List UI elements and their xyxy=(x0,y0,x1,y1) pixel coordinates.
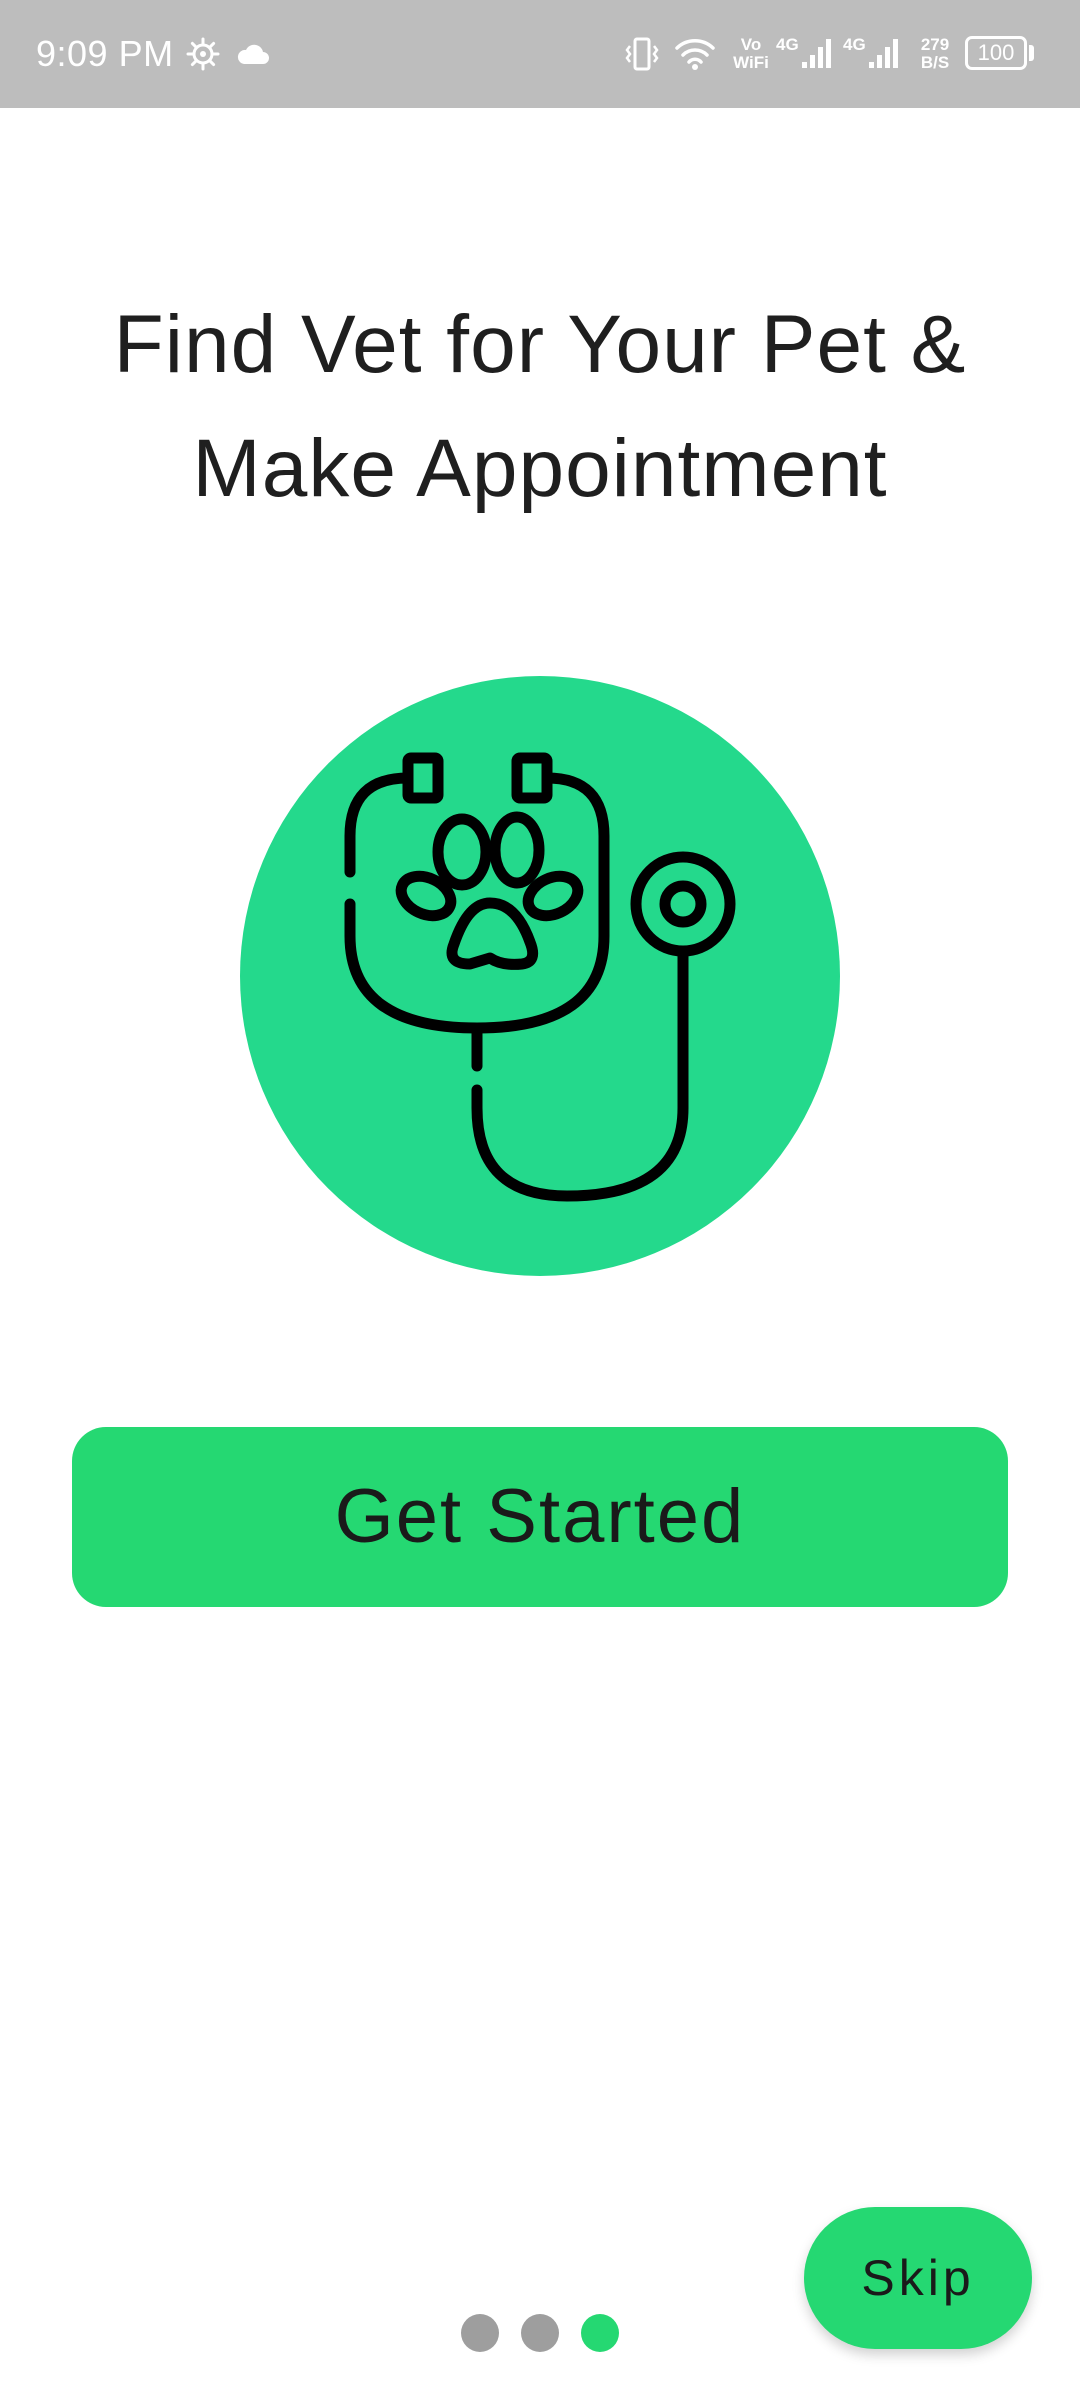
onboarding-screen: 9:09 PM Vo WiFi 4G 4G 279 B/S 100 Find V… xyxy=(0,0,1080,2400)
network-speed-value: 279 xyxy=(920,35,950,54)
battery-level: 100 xyxy=(977,40,1015,65)
skip-button[interactable]: Skip xyxy=(804,2207,1032,2349)
cloud-icon xyxy=(237,44,269,64)
network-speed: 279 B/S xyxy=(912,36,958,72)
stethoscope-paw-icon xyxy=(344,752,736,1202)
vowifi-label: Vo WiFi xyxy=(728,36,774,72)
battery-tip xyxy=(1029,45,1034,61)
signal-icon xyxy=(869,39,898,68)
page-dot-1[interactable] xyxy=(461,2314,499,2352)
wifi-icon xyxy=(675,39,715,70)
title-line-1: Find Vet for Your Pet & xyxy=(113,299,967,390)
onboarding-title: Find Vet for Your Pet & Make Appointment xyxy=(40,283,1040,531)
page-dot-2[interactable] xyxy=(521,2314,559,2352)
title-line-2: Make Appointment xyxy=(192,423,888,514)
gear-icon xyxy=(186,37,220,71)
sim2-network-label: 4G xyxy=(843,35,866,54)
illustration-circle xyxy=(240,676,840,1276)
sim1-network-label: 4G xyxy=(776,35,799,54)
status-time: 9:09 PM xyxy=(36,33,174,74)
get-started-button[interactable]: Get Started xyxy=(72,1427,1008,1607)
page-dot-3-active[interactable] xyxy=(581,2314,619,2352)
status-bar: 9:09 PM Vo WiFi 4G 4G 279 B/S 100 xyxy=(0,0,1080,108)
signal-icon xyxy=(802,39,831,68)
network-speed-unit: B/S xyxy=(920,53,950,72)
vowifi-top-text: Vo xyxy=(740,35,762,54)
vibrate-icon xyxy=(625,37,659,71)
battery-icon: 100 xyxy=(965,36,1027,70)
vowifi-bottom-text: WiFi xyxy=(733,53,769,72)
